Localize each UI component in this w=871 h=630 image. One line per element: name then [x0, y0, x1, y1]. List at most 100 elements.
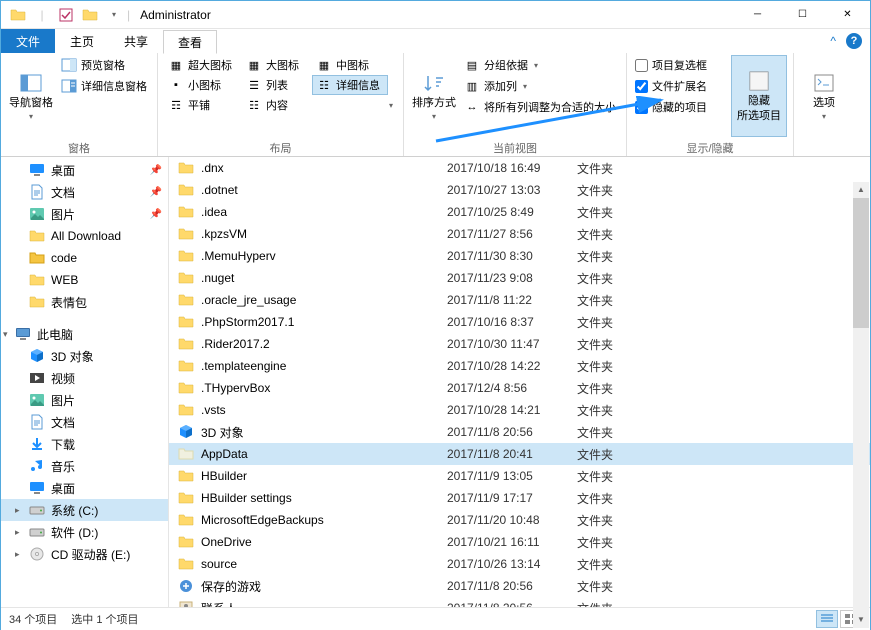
nav-item[interactable]: 桌面📌 — [1, 159, 168, 181]
addcol-icon: ▥ — [464, 78, 480, 94]
nav-item[interactable]: 图片 — [1, 389, 168, 411]
options-button[interactable]: 选项 ▾ — [800, 55, 848, 137]
view-large-button[interactable]: ▦大图标 — [242, 55, 312, 75]
file-row[interactable]: .idea2017/10/25 8:49文件夹 — [169, 201, 870, 223]
addcol-button[interactable]: ▥添加列▾ — [460, 76, 620, 96]
fitcols-button[interactable]: ↔将所有列调整为合适的大小 — [460, 97, 620, 117]
file-row[interactable]: .dotnet2017/10/27 13:03文件夹 — [169, 179, 870, 201]
file-row[interactable]: OneDrive2017/10/21 16:11文件夹 — [169, 531, 870, 553]
navigation-pane[interactable]: 桌面📌文档📌图片📌All DownloadcodeWEB表情包 ▾此电脑3D 对象… — [1, 157, 169, 607]
doc-icon — [29, 414, 45, 430]
nav-item[interactable]: 音乐 — [1, 455, 168, 477]
view-medium-button[interactable]: ▦中图标 — [312, 55, 382, 75]
thispc-icon — [15, 326, 31, 342]
nav-item[interactable]: ▸CD 驱动器 (E:) — [1, 543, 168, 565]
nav-item[interactable]: 3D 对象 — [1, 345, 168, 367]
scrollbar[interactable]: ▲ ▼ — [853, 182, 869, 628]
tab-file[interactable]: 文件 — [1, 29, 55, 53]
sort-button[interactable]: 排序方式 ▾ — [410, 55, 458, 137]
nav-item[interactable]: All Download — [1, 225, 168, 247]
window-controls: ─ ☐ ✕ — [735, 1, 870, 29]
file-row[interactable]: source2017/10/26 13:14文件夹 — [169, 553, 870, 575]
nav-item[interactable]: 下载 — [1, 433, 168, 455]
nav-item[interactable]: code — [1, 247, 168, 269]
file-type: 文件夹 — [577, 160, 657, 177]
file-row[interactable]: HBuilder settings2017/11/9 17:17文件夹 — [169, 487, 870, 509]
checkbox-item-checkboxes[interactable]: 项目复选框 — [633, 55, 729, 75]
folder-icon — [177, 357, 195, 375]
nav-item[interactable]: ▸系统 (C:) — [1, 499, 168, 521]
minimize-button[interactable]: ─ — [735, 1, 780, 29]
view-small-button[interactable]: ▪小图标 — [164, 75, 242, 95]
status-selected-count: 选中 1 个项目 — [71, 611, 138, 627]
file-row[interactable]: .THypervBox2017/12/4 8:56文件夹 — [169, 377, 870, 399]
nav-pane-button[interactable]: 导航窗格 ▾ — [7, 55, 55, 137]
file-row[interactable]: AppData2017/11/8 20:41文件夹 — [169, 443, 870, 465]
folder-icon — [29, 272, 45, 288]
details-pane-button[interactable]: 详细信息窗格 — [57, 76, 151, 96]
desktop-icon — [29, 162, 45, 178]
file-row[interactable]: .oracle_jre_usage2017/11/8 11:22文件夹 — [169, 289, 870, 311]
preview-pane-button[interactable]: 预览窗格 — [57, 55, 151, 75]
file-type: 文件夹 — [577, 468, 657, 485]
collapse-ribbon-icon[interactable]: ^ — [830, 34, 836, 48]
details-view-button[interactable] — [816, 610, 838, 628]
file-date: 2017/10/30 11:47 — [447, 337, 577, 351]
checkbox-file-extensions[interactable]: 文件扩展名 — [633, 76, 729, 96]
folder-icon — [177, 599, 195, 607]
nav-item[interactable]: 文档📌 — [1, 181, 168, 203]
file-name: 保存的游戏 — [201, 578, 447, 595]
view-details-button[interactable]: ☷详细信息 — [312, 75, 388, 95]
file-name: .kpzsVM — [201, 227, 447, 241]
view-list-button[interactable]: ☰列表 — [242, 75, 312, 95]
file-name: .idea — [201, 205, 447, 219]
file-date: 2017/10/27 13:03 — [447, 183, 577, 197]
file-row[interactable]: .kpzsVM2017/11/27 8:56文件夹 — [169, 223, 870, 245]
file-name: 联系人 — [201, 600, 447, 608]
file-row[interactable]: .vsts2017/10/28 14:21文件夹 — [169, 399, 870, 421]
close-button[interactable]: ✕ — [825, 1, 870, 29]
nav-item[interactable]: 图片📌 — [1, 203, 168, 225]
nav-item[interactable]: 文档 — [1, 411, 168, 433]
checkbox-icon[interactable] — [55, 4, 77, 26]
file-name: MicrosoftEdgeBackups — [201, 513, 447, 527]
file-row[interactable]: .PhpStorm2017.12017/10/16 8:37文件夹 — [169, 311, 870, 333]
qat-dropdown-icon[interactable]: ▾ — [103, 4, 125, 26]
view-xlarge-button[interactable]: ▦超大图标 — [164, 55, 242, 75]
view-tiles-button[interactable]: ☶平铺 — [164, 95, 242, 115]
file-row[interactable]: .MemuHyperv2017/11/30 8:30文件夹 — [169, 245, 870, 267]
titlebar: | ▾ | Administrator ─ ☐ ✕ — [1, 1, 870, 29]
content-area: 桌面📌文档📌图片📌All DownloadcodeWEB表情包▾此电脑3D 对象… — [1, 157, 870, 607]
nav-item[interactable]: ▸软件 (D:) — [1, 521, 168, 543]
hide-selected-button[interactable]: 隐藏 所选项目 — [731, 55, 787, 137]
groupby-button[interactable]: ▤分组依据▾ — [460, 55, 620, 75]
nav-item[interactable]: 桌面 — [1, 477, 168, 499]
file-row[interactable]: 联系人2017/11/8 20:56文件夹 — [169, 597, 870, 607]
checkbox-hidden-items[interactable]: 隐藏的项目 — [633, 97, 729, 117]
nav-item[interactable]: WEB — [1, 269, 168, 291]
nav-item[interactable]: 视频 — [1, 367, 168, 389]
file-name: HBuilder settings — [201, 491, 447, 505]
3d-icon — [29, 348, 45, 364]
tab-home[interactable]: 主页 — [55, 29, 109, 53]
maximize-button[interactable]: ☐ — [780, 1, 825, 29]
list-icon: ☰ — [246, 77, 262, 93]
file-row[interactable]: 3D 对象2017/11/8 20:56文件夹 — [169, 421, 870, 443]
file-row[interactable]: 保存的游戏2017/11/8 20:56文件夹 — [169, 575, 870, 597]
scrollbar-thumb[interactable] — [853, 198, 869, 328]
file-row[interactable]: .nuget2017/11/23 9:08文件夹 — [169, 267, 870, 289]
file-row[interactable]: HBuilder2017/11/9 13:05文件夹 — [169, 465, 870, 487]
file-row[interactable]: .Rider2017.22017/10/30 11:47文件夹 — [169, 333, 870, 355]
file-name: .MemuHyperv — [201, 249, 447, 263]
cd-icon — [29, 546, 45, 562]
file-row[interactable]: MicrosoftEdgeBackups2017/11/20 10:48文件夹 — [169, 509, 870, 531]
help-icon[interactable]: ? — [846, 33, 862, 49]
tab-view[interactable]: 查看 — [163, 30, 217, 54]
file-row[interactable]: .templateengine2017/10/28 14:22文件夹 — [169, 355, 870, 377]
file-list[interactable]: .dnx2017/10/18 16:49文件夹.dotnet2017/10/27… — [169, 157, 870, 607]
nav-item[interactable]: ▾此电脑 — [1, 323, 168, 345]
file-row[interactable]: .dnx2017/10/18 16:49文件夹 — [169, 157, 870, 179]
nav-item[interactable]: 表情包 — [1, 291, 168, 313]
tab-share[interactable]: 共享 — [109, 29, 163, 53]
view-content-button[interactable]: ☷内容 — [242, 95, 312, 115]
